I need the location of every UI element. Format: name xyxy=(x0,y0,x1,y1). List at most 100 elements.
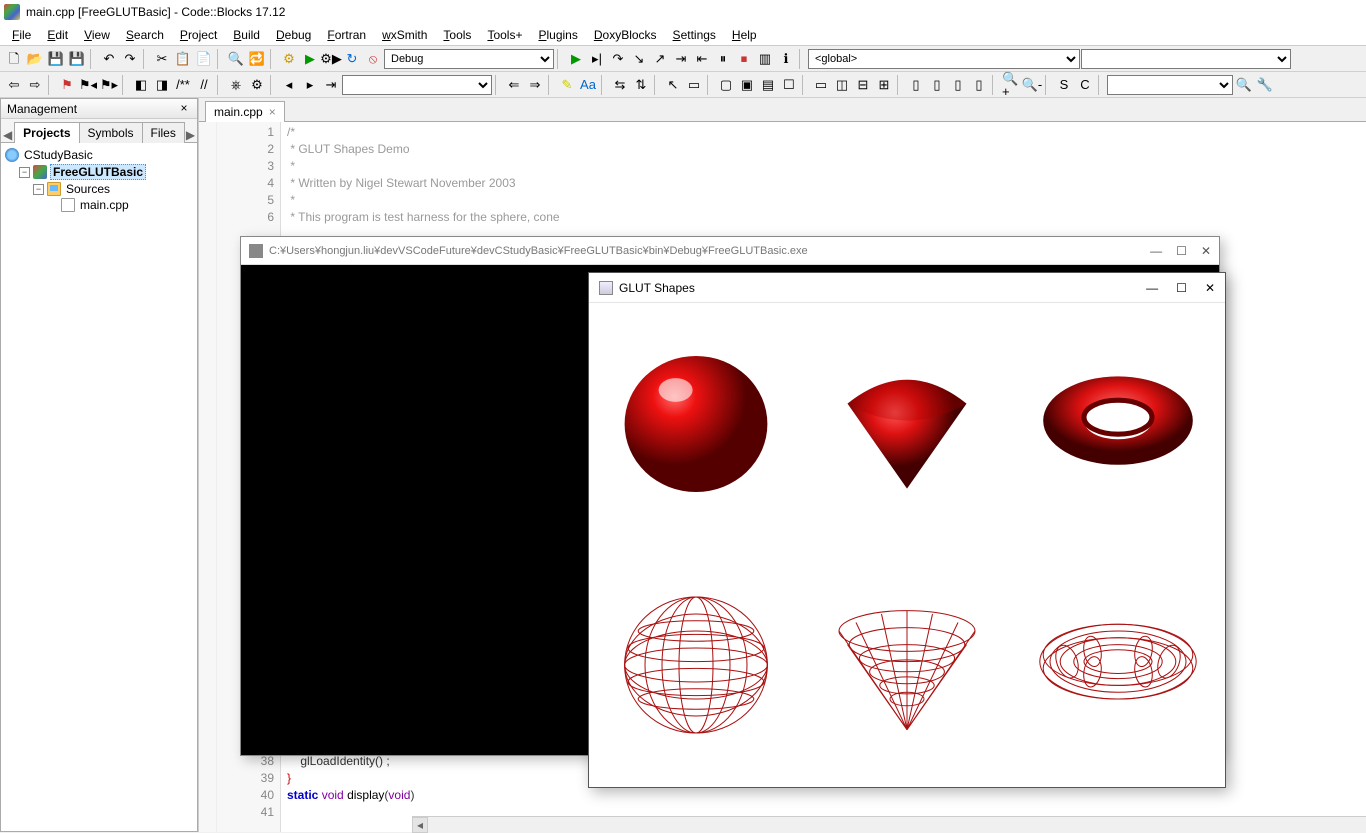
tabs-scroll-right[interactable]: ▶ xyxy=(184,128,197,142)
bookmark-next-button[interactable]: ⚑▸ xyxy=(99,75,119,95)
replace-button[interactable]: 🔁 xyxy=(247,49,267,69)
pointer-button[interactable]: ↖ xyxy=(663,75,683,95)
menu-build[interactable]: Build xyxy=(225,26,268,44)
tabs-scroll-left[interactable]: ◀ xyxy=(1,128,14,142)
layout1-button[interactable]: ▭ xyxy=(811,75,831,95)
tab-files[interactable]: Files xyxy=(142,122,185,143)
doxy-comment-button[interactable]: /** xyxy=(173,75,193,95)
doxy-wizard-button[interactable]: ◨ xyxy=(152,75,172,95)
tab-projects[interactable]: Projects xyxy=(14,122,79,143)
break-button[interactable]: ⏸ xyxy=(713,49,733,69)
win-tool3-button[interactable]: ▤ xyxy=(758,75,778,95)
s-button[interactable]: S xyxy=(1054,75,1074,95)
glut-maximize-button[interactable]: ☐ xyxy=(1176,281,1187,295)
layout4-button[interactable]: ⊞ xyxy=(874,75,894,95)
toggle-source-button[interactable]: ⇅ xyxy=(631,75,651,95)
open-button[interactable]: 📂 xyxy=(25,49,45,69)
bookmark-prev-button[interactable]: ⚑◂ xyxy=(78,75,98,95)
doxy-tool1-button[interactable]: ⎈ xyxy=(226,75,246,95)
console-close-button[interactable]: ✕ xyxy=(1201,244,1211,258)
menu-plugins[interactable]: Plugins xyxy=(530,26,585,44)
menu-search[interactable]: Search xyxy=(118,26,172,44)
glut-minimize-button[interactable]: — xyxy=(1146,281,1158,295)
editor-tab-main[interactable]: main.cpp × xyxy=(205,101,285,122)
win-tool4-button[interactable]: ☐ xyxy=(779,75,799,95)
diff-prev-button[interactable]: ⇐ xyxy=(504,75,524,95)
tree-folder-sources[interactable]: −Sources xyxy=(33,181,193,197)
step-over-button[interactable]: ↷ xyxy=(608,49,628,69)
scroll-left-button[interactable]: ◂ xyxy=(412,817,428,833)
layout3-button[interactable]: ⊟ xyxy=(853,75,873,95)
redo-button[interactable]: ↷ xyxy=(120,49,140,69)
block-tool2-button[interactable]: ▯ xyxy=(927,75,947,95)
nav-fwd-button[interactable]: ⇨ xyxy=(25,75,45,95)
undo-button[interactable]: ↶ xyxy=(99,49,119,69)
scope-select[interactable]: <global> xyxy=(808,49,1080,69)
project-tree[interactable]: CStudyBasic −FreeGLUTBasic −Sources main… xyxy=(1,143,197,831)
doxy-tool2-button[interactable]: ⚙ xyxy=(247,75,267,95)
glut-shapes-window[interactable]: GLUT Shapes — ☐ ✕ xyxy=(588,272,1226,788)
menu-tools+[interactable]: Tools+ xyxy=(479,26,530,44)
menu-wxsmith[interactable]: wxSmith xyxy=(374,26,435,44)
search-opts-button[interactable]: 🔧 xyxy=(1255,75,1275,95)
fort-fwd-button[interactable]: ▸ xyxy=(300,75,320,95)
block-tool3-button[interactable]: ▯ xyxy=(948,75,968,95)
zoom-in-button[interactable]: 🔍+ xyxy=(1001,75,1021,95)
info-button[interactable]: ℹ xyxy=(776,49,796,69)
tab-symbols[interactable]: Symbols xyxy=(79,122,143,143)
run-to-cursor-button[interactable]: ▸| xyxy=(587,49,607,69)
build-target-select[interactable]: Debug xyxy=(384,49,554,69)
search-go-button[interactable]: 🔍 xyxy=(1234,75,1254,95)
tree-workspace[interactable]: CStudyBasic xyxy=(5,147,193,163)
console-titlebar[interactable]: C:¥Users¥hongjun.liu¥devVSCodeFuture¥dev… xyxy=(241,237,1219,265)
block-tool4-button[interactable]: ▯ xyxy=(969,75,989,95)
debug-start-button[interactable]: ▶ xyxy=(566,49,586,69)
step-instr-button[interactable]: ⇤ xyxy=(692,49,712,69)
menu-fortran[interactable]: Fortran xyxy=(319,26,374,44)
rebuild-button[interactable]: ↻ xyxy=(342,49,362,69)
menu-file[interactable]: File xyxy=(4,26,39,44)
console-minimize-button[interactable]: — xyxy=(1150,244,1162,258)
tab-close-button[interactable]: × xyxy=(269,105,276,119)
toggle-comment-button[interactable]: ⇆ xyxy=(610,75,630,95)
new-file-button[interactable]: 🗋 xyxy=(4,49,24,69)
fort-last-button[interactable]: ⇥ xyxy=(321,75,341,95)
tree-project[interactable]: −FreeGLUTBasic xyxy=(19,163,193,181)
symbol-select[interactable] xyxy=(1081,49,1291,69)
zoom-out-button[interactable]: 🔍- xyxy=(1022,75,1042,95)
glut-close-button[interactable]: ✕ xyxy=(1205,281,1215,295)
debug-windows-button[interactable]: ▥ xyxy=(755,49,775,69)
tree-file-main[interactable]: main.cpp xyxy=(47,197,193,213)
build-run-button[interactable]: ⚙▶ xyxy=(321,49,341,69)
c-button[interactable]: C xyxy=(1075,75,1095,95)
fort-back-button[interactable]: ◂ xyxy=(279,75,299,95)
abort-button[interactable]: ⦸ xyxy=(363,49,383,69)
selcase-button[interactable]: Aa xyxy=(578,75,598,95)
block-tool1-button[interactable]: ▯ xyxy=(906,75,926,95)
nav-back-button[interactable]: ⇦ xyxy=(4,75,24,95)
select-button[interactable]: ▭ xyxy=(684,75,704,95)
win-tool1-button[interactable]: ▢ xyxy=(716,75,736,95)
expand-icon[interactable]: − xyxy=(33,184,44,195)
layout2-button[interactable]: ◫ xyxy=(832,75,852,95)
win-tool2-button[interactable]: ▣ xyxy=(737,75,757,95)
glut-titlebar[interactable]: GLUT Shapes — ☐ ✕ xyxy=(589,273,1225,303)
menu-debug[interactable]: Debug xyxy=(268,26,319,44)
highlight-button[interactable]: ✎ xyxy=(557,75,577,95)
doxy-button[interactable]: ◧ xyxy=(131,75,151,95)
menu-tools[interactable]: Tools xyxy=(435,26,479,44)
menu-help[interactable]: Help xyxy=(724,26,765,44)
save-all-button[interactable]: 💾 xyxy=(67,49,87,69)
menu-edit[interactable]: Edit xyxy=(39,26,76,44)
build-button[interactable]: ⚙ xyxy=(279,49,299,69)
management-close-button[interactable]: × xyxy=(177,102,191,116)
stop-button[interactable]: ⏹ xyxy=(734,49,754,69)
menu-settings[interactable]: Settings xyxy=(665,26,724,44)
menu-view[interactable]: View xyxy=(76,26,118,44)
fold-margin[interactable] xyxy=(199,122,217,832)
console-maximize-button[interactable]: ☐ xyxy=(1176,244,1187,258)
paste-button[interactable]: 📄 xyxy=(194,49,214,69)
menu-doxyblocks[interactable]: DoxyBlocks xyxy=(586,26,665,44)
next-instr-button[interactable]: ⇥ xyxy=(671,49,691,69)
doxy-line-button[interactable]: // xyxy=(194,75,214,95)
